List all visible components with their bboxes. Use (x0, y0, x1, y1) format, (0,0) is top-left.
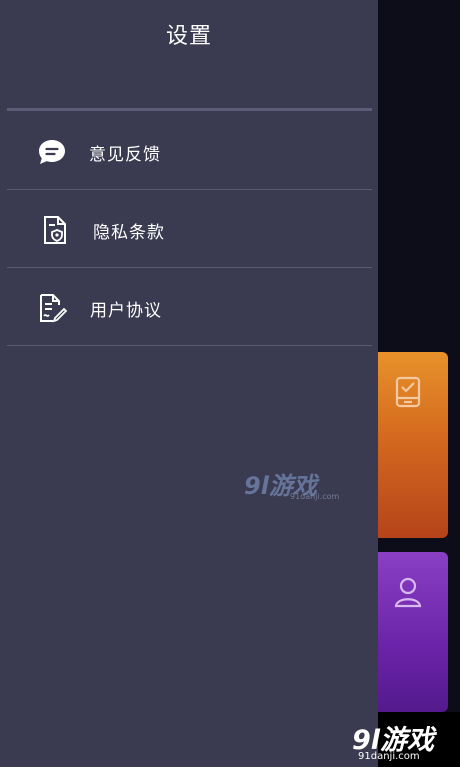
menu-item-feedback[interactable]: 意见反馈 (7, 113, 372, 190)
watermark-corner: 9l游戏 91danji.com (352, 718, 456, 764)
menu-label-feedback: 意见反馈 (89, 145, 161, 165)
privacy-document-icon (44, 216, 66, 244)
chat-bubble-icon (39, 140, 65, 164)
title-divider (7, 108, 372, 111)
agreement-document-icon (40, 294, 67, 323)
menu-divider (7, 345, 372, 346)
menu-divider (7, 189, 372, 190)
watermark-url: 91danji.com (290, 492, 340, 501)
watermark-url: 91danji.com (358, 751, 420, 762)
drawer-title: 设置 (165, 24, 212, 49)
user-icon (394, 577, 422, 608)
menu-label-agreement: 用户协议 (90, 301, 162, 321)
menu-item-privacy[interactable]: 隐私条款 (7, 191, 372, 268)
checklist-icon (395, 376, 421, 408)
menu-item-agreement[interactable]: 用户协议 (7, 269, 372, 346)
menu-label-privacy: 隐私条款 (93, 223, 165, 243)
watermark-center: 9l游戏 91danji.com (244, 466, 340, 506)
menu-divider (7, 267, 372, 268)
settings-drawer: 设置 意见反馈 隐私条款 用户协议 (0, 0, 378, 767)
app-screen: 设置 意见反馈 隐私条款 用户协议 9l游戏 91danji.com 9l游戏 … (0, 0, 460, 767)
